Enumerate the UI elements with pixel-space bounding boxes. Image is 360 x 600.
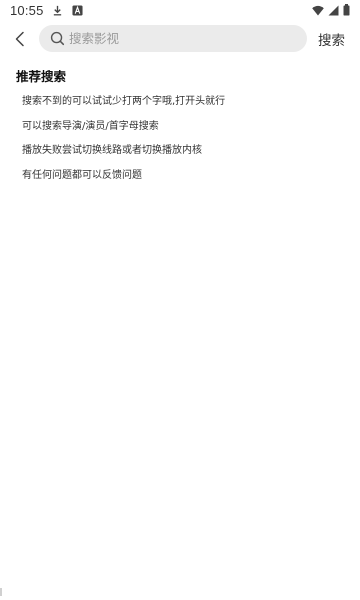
- status-left: 10:55: [10, 3, 84, 18]
- search-button[interactable]: 搜索: [318, 29, 345, 49]
- signal-icon: [327, 4, 339, 16]
- status-time: 10:55: [10, 2, 44, 18]
- recommendation-item[interactable]: 有任何问题都可以反馈问题: [22, 168, 225, 193]
- wifi-icon: [312, 4, 324, 16]
- back-button[interactable]: [8, 27, 32, 51]
- chevron-left-icon: [14, 31, 26, 47]
- app-a-icon: [72, 4, 84, 16]
- battery-icon: [342, 4, 350, 16]
- recommendations-title: 推荐搜索: [16, 69, 67, 84]
- search-header: 搜索: [0, 24, 360, 54]
- status-right: [312, 4, 350, 16]
- recommendation-item[interactable]: 可以搜索导演/演员/首字母搜索: [22, 119, 225, 144]
- status-bar: 10:55: [0, 0, 360, 20]
- download-icon: [52, 4, 64, 16]
- recommendation-item[interactable]: 搜索不到的可以试试少打两个字哦,打开头就行: [22, 94, 225, 119]
- search-input[interactable]: [69, 31, 279, 46]
- recommendation-item[interactable]: 播放失败尝试切换线路或者切换播放内核: [22, 143, 225, 168]
- recommendations-list: 搜索不到的可以试试少打两个字哦,打开头就行 可以搜索导演/演员/首字母搜索 播放…: [22, 94, 225, 192]
- search-box[interactable]: [39, 25, 307, 52]
- edge-indicator: [0, 588, 2, 596]
- search-icon: [49, 31, 65, 47]
